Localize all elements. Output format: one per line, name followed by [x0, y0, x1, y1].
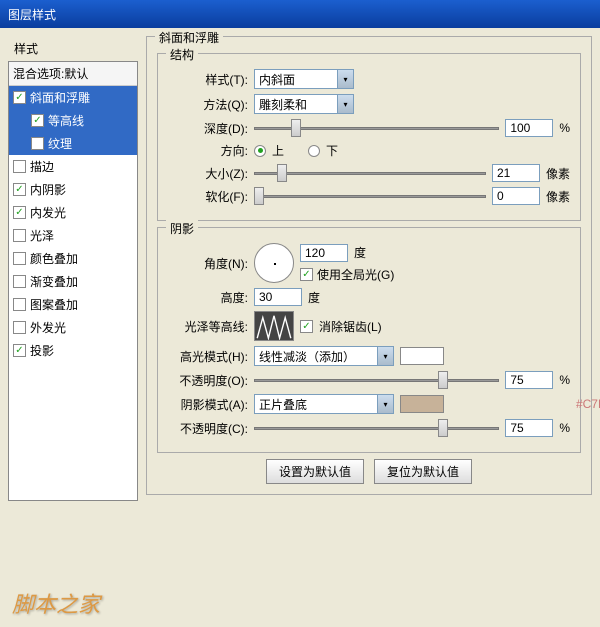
- style-item-6[interactable]: 光泽: [9, 224, 137, 247]
- shadow-opacity-slider[interactable]: [254, 419, 499, 437]
- style-item-1[interactable]: ✓ 等高线: [9, 109, 137, 132]
- shadow-mode-label: 阴影模式(A):: [168, 396, 248, 413]
- bevel-legend: 斜面和浮雕: [155, 29, 223, 46]
- shadow-opacity-input[interactable]: [505, 419, 553, 437]
- bevel-group: 斜面和浮雕 结构 样式(T): 内斜面▾ 方法(Q): 雕刻柔和▾ 深度(D):…: [146, 36, 592, 495]
- angle-label: 角度(N):: [168, 255, 248, 272]
- style-label: 内阴影: [30, 181, 66, 198]
- soften-unit: 像素: [546, 188, 570, 205]
- style-item-4[interactable]: ✓ 内阴影: [9, 178, 137, 201]
- size-slider[interactable]: [254, 164, 486, 182]
- direction-down-radio[interactable]: [308, 145, 320, 157]
- style-checkbox[interactable]: ✓: [13, 91, 26, 104]
- style-label: 斜面和浮雕: [30, 89, 90, 106]
- style-checkbox[interactable]: [13, 252, 26, 265]
- style-label: 渐变叠加: [30, 273, 78, 290]
- altitude-input[interactable]: [254, 288, 302, 306]
- shadow-color-swatch[interactable]: [400, 395, 444, 413]
- highlight-mode-select[interactable]: 线性减淡（添加）▾: [254, 346, 394, 366]
- size-input[interactable]: [492, 164, 540, 182]
- highlight-opacity-slider[interactable]: [254, 371, 499, 389]
- gloss-contour-picker[interactable]: [254, 311, 294, 341]
- chevron-down-icon: ▾: [337, 70, 353, 88]
- shadow-opacity-label: 不透明度(C):: [168, 420, 248, 437]
- soften-slider[interactable]: [254, 187, 486, 205]
- styles-panel: 样式 混合选项:默认 ✓ 斜面和浮雕 ✓ 等高线纹理描边 ✓ 内阴影 ✓ 内发光光泽颜色叠加渐…: [8, 36, 138, 501]
- reset-default-button[interactable]: 复位为默认值: [374, 459, 472, 484]
- angle-input[interactable]: [300, 244, 348, 262]
- style-checkbox[interactable]: ✓: [13, 206, 26, 219]
- size-unit: 像素: [546, 165, 570, 182]
- direction-label: 方向:: [168, 142, 248, 159]
- depth-input[interactable]: [505, 119, 553, 137]
- styles-list: 混合选项:默认 ✓ 斜面和浮雕 ✓ 等高线纹理描边 ✓ 内阴影 ✓ 内发光光泽颜色叠加渐变叠加…: [8, 61, 138, 501]
- method-select[interactable]: 雕刻柔和▾: [254, 94, 354, 114]
- style-item-11[interactable]: ✓ 投影: [9, 339, 137, 362]
- antialias-checkbox[interactable]: ✓: [300, 320, 313, 333]
- highlight-opacity-label: 不透明度(O):: [168, 372, 248, 389]
- style-item-10[interactable]: 外发光: [9, 316, 137, 339]
- style-checkbox[interactable]: ✓: [31, 114, 44, 127]
- chevron-down-icon: ▾: [377, 395, 393, 413]
- make-default-button[interactable]: 设置为默认值: [266, 459, 364, 484]
- window-title: 图层样式: [8, 6, 56, 23]
- styles-header: 样式: [8, 36, 138, 61]
- antialias-label: 消除锯齿(L): [319, 318, 382, 335]
- shading-group: 阴影 角度(N): 度 ✓ 使用全局光(G): [157, 227, 581, 453]
- style-label: 外发光: [30, 319, 66, 336]
- shading-legend: 阴影: [166, 220, 198, 237]
- style-checkbox[interactable]: [13, 160, 26, 173]
- watermark: 脚本之家: [12, 587, 100, 619]
- style-checkbox[interactable]: [13, 229, 26, 242]
- style-item-9[interactable]: 图案叠加: [9, 293, 137, 316]
- structure-group: 结构 样式(T): 内斜面▾ 方法(Q): 雕刻柔和▾ 深度(D): % 方向:: [157, 53, 581, 221]
- depth-unit: %: [559, 121, 570, 135]
- style-checkbox[interactable]: [13, 298, 26, 311]
- altitude-label: 高度:: [168, 289, 248, 306]
- style-label: 内发光: [30, 204, 66, 221]
- style-item-8[interactable]: 渐变叠加: [9, 270, 137, 293]
- structure-legend: 结构: [166, 46, 198, 63]
- direction-up-radio[interactable]: [254, 145, 266, 157]
- style-checkbox[interactable]: [13, 321, 26, 334]
- style-checkbox[interactable]: ✓: [13, 183, 26, 196]
- style-item-2[interactable]: 纹理: [9, 132, 137, 155]
- style-item-7[interactable]: 颜色叠加: [9, 247, 137, 270]
- style-label: 样式(T):: [168, 71, 248, 88]
- highlight-mode-label: 高光模式(H):: [168, 348, 248, 365]
- titlebar: 图层样式: [0, 0, 600, 28]
- shadow-color-note: #C7B299: [576, 397, 600, 411]
- style-label: 颜色叠加: [30, 250, 78, 267]
- gloss-contour-label: 光泽等高线:: [168, 318, 248, 335]
- style-label: 纹理: [48, 135, 72, 152]
- style-checkbox[interactable]: [13, 275, 26, 288]
- style-select[interactable]: 内斜面▾: [254, 69, 354, 89]
- style-item-5[interactable]: ✓ 内发光: [9, 201, 137, 224]
- angle-dial[interactable]: [254, 243, 294, 283]
- chevron-down-icon: ▾: [377, 347, 393, 365]
- style-label: 图案叠加: [30, 296, 78, 313]
- method-label: 方法(Q):: [168, 96, 248, 113]
- style-item-0[interactable]: ✓ 斜面和浮雕: [9, 86, 137, 109]
- style-checkbox[interactable]: ✓: [13, 344, 26, 357]
- depth-label: 深度(D):: [168, 120, 248, 137]
- depth-slider[interactable]: [254, 119, 499, 137]
- style-label: 光泽: [30, 227, 54, 244]
- soften-label: 软化(F):: [168, 188, 248, 205]
- style-checkbox[interactable]: [31, 137, 44, 150]
- highlight-color-swatch[interactable]: [400, 347, 444, 365]
- style-label: 投影: [30, 342, 54, 359]
- style-label: 等高线: [48, 112, 84, 129]
- chevron-down-icon: ▾: [337, 95, 353, 113]
- blending-options[interactable]: 混合选项:默认: [9, 62, 137, 86]
- size-label: 大小(Z):: [168, 165, 248, 182]
- style-item-3[interactable]: 描边: [9, 155, 137, 178]
- highlight-opacity-input[interactable]: [505, 371, 553, 389]
- global-light-label: 使用全局光(G): [317, 266, 394, 283]
- global-light-checkbox[interactable]: ✓: [300, 268, 313, 281]
- shadow-mode-select[interactable]: 正片叠底▾: [254, 394, 394, 414]
- style-label: 描边: [30, 158, 54, 175]
- soften-input[interactable]: [492, 187, 540, 205]
